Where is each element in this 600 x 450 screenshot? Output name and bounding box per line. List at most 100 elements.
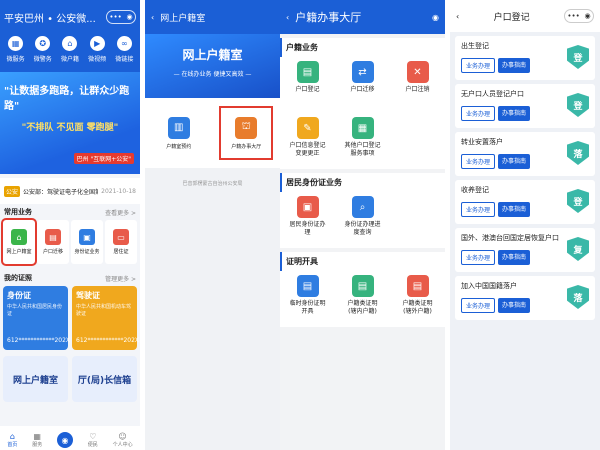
cert-cards: 身份证 中华人民共和国居民身份证 612************202X 驾驶证… bbox=[0, 286, 140, 350]
guide-button[interactable]: 办事指南 bbox=[498, 154, 531, 169]
close-icon[interactable]: ◉ bbox=[127, 13, 133, 21]
item-cert-external[interactable]: ▤ 户籍类证明 (辖外户籍) bbox=[390, 271, 445, 327]
id-icon: ▣ bbox=[296, 196, 319, 218]
tab-camera[interactable]: ◉ bbox=[56, 432, 73, 448]
director-mailbox-button[interactable]: 厅(局)长信箱 bbox=[72, 356, 137, 402]
id-icon: ▣ bbox=[79, 229, 95, 245]
guide-button[interactable]: 办事指南 bbox=[498, 202, 531, 217]
item-cert-internal[interactable]: ▤ 户籍类证明 (辖内户籍) bbox=[335, 271, 390, 327]
household-service-hall[interactable]: ⛫ 户籍办事大厅 bbox=[219, 106, 274, 160]
item-change[interactable]: ✎ 户口信息登记 变更更正 bbox=[280, 113, 335, 169]
item-cancel[interactable]: ✕ 户口注销 bbox=[390, 57, 445, 113]
item-title: 收养登记 bbox=[461, 186, 489, 194]
service-migration[interactable]: ▤ 户口迁移 bbox=[37, 220, 69, 264]
guide-button[interactable]: 办事指南 bbox=[498, 298, 531, 313]
online-household-button[interactable]: 网上户籍室 bbox=[3, 356, 68, 402]
cert-icon: ▤ bbox=[296, 275, 319, 297]
item-other[interactable]: ▦ 其他户口登记 服务事项 bbox=[335, 113, 390, 169]
view-more-link[interactable]: 查看更多 > bbox=[105, 208, 136, 217]
section-household: 户籍业务 ▤ 户口登记 ⇄ 户口迁移 ✕ 户口注销 ✎ 户口信息登记 变更更正 ▦ 其他户… bbox=[280, 38, 445, 169]
app-title: 平安巴州 • 公安微... bbox=[4, 13, 96, 25]
item-temp-id[interactable]: ▤ 临时身份证明 开具 bbox=[280, 271, 335, 327]
mini-program-capsule[interactable]: ••• ◉ bbox=[106, 10, 136, 24]
guide-button[interactable]: 办事指南 bbox=[498, 58, 531, 73]
apply-button[interactable]: 业务办理 bbox=[461, 106, 496, 121]
tab-profile[interactable]: ☺ 个人中心 bbox=[113, 432, 133, 448]
my-certs-header: 我的证照 管理更多 > bbox=[0, 270, 140, 286]
doc-icon: ▤ bbox=[45, 229, 61, 245]
page-header: ‹ 网上户籍室 bbox=[145, 0, 280, 34]
other-icon: ▦ bbox=[351, 117, 374, 139]
apply-button[interactable]: 业务办理 bbox=[461, 298, 496, 313]
page-title: 网上户籍室 bbox=[160, 13, 206, 24]
news-tag: 公安 bbox=[4, 185, 21, 197]
service-id-card[interactable]: ▣ 身份证业务 bbox=[71, 220, 103, 264]
record-icon[interactable]: ◉ bbox=[432, 13, 439, 22]
quick-icon-0[interactable]: ▦ 微服务 bbox=[4, 36, 28, 72]
apply-button[interactable]: 业务办理 bbox=[461, 58, 496, 73]
household-appointment[interactable]: ▥ 户籍室预约 bbox=[154, 108, 204, 158]
cert-icon: ▤ bbox=[406, 275, 429, 297]
quick-icon-1[interactable]: ✪ 微警务 bbox=[31, 36, 55, 72]
page-header: ‹ 户口登记 ••• ◉ bbox=[450, 0, 600, 32]
driver-license-card[interactable]: 驾驶证 中华人民共和国机动车驾驶证 612************202X bbox=[72, 286, 139, 350]
quick-icon-2[interactable]: ⌂ 微户籍 bbox=[58, 36, 82, 72]
back-icon[interactable]: ‹ bbox=[456, 12, 459, 21]
quick-icons: ▦ 微服务 ✪ 微警务 ⌂ 微户籍 ▶ 微视频 ∞ 微链接 bbox=[0, 34, 140, 72]
section-title: 户籍业务 bbox=[280, 38, 445, 57]
guide-button[interactable]: 办事指南 bbox=[498, 106, 531, 121]
house-icon: ⌂ bbox=[62, 36, 78, 51]
registration-list: 出生登记 业务办理 办事指南登无户口人员登记户口 业务办理 办事指南登转业安置落户 业务办… bbox=[450, 36, 600, 320]
service-residence[interactable]: ▭ 居住证 bbox=[105, 220, 137, 264]
item-id-apply[interactable]: ▣ 居民身份证办 理 bbox=[280, 192, 335, 248]
tab-service[interactable]: ▦ 服务 bbox=[32, 432, 42, 448]
tab-convenience[interactable]: ♡ 便民 bbox=[88, 432, 98, 448]
migrate-icon: ⇄ bbox=[351, 61, 374, 83]
item-title: 国外、港澳台回国定居恢复户口 bbox=[461, 234, 559, 242]
service-grid: ⌂ 网上户籍室 ▤ 户口迁移 ▣ 身份证业务 ▭ 居住证 bbox=[0, 218, 140, 270]
cert-icon: ▤ bbox=[351, 275, 374, 297]
item-title: 转业安置落户 bbox=[461, 138, 503, 146]
registration-item: 出生登记 业务办理 办事指南登 bbox=[455, 36, 595, 80]
footer-text: 巴音郭楞蒙古自治州公安局 bbox=[182, 181, 243, 187]
item-registration[interactable]: ▤ 户口登记 bbox=[280, 57, 335, 113]
page-title: 户籍办事大厅 bbox=[295, 11, 362, 24]
item-id-progress[interactable]: ⌕ 身份证办理进 度查询 bbox=[335, 192, 390, 248]
house-icon: ⌂ bbox=[11, 229, 27, 245]
promo-banner[interactable]: "让数据多跑路，让群众少跑路" "不排队 不见面 零跑腿" 巴州 "互联网+公安… bbox=[0, 72, 140, 174]
apply-button[interactable]: 业务办理 bbox=[461, 202, 496, 217]
video-icon: ▶ bbox=[89, 36, 105, 51]
news-text: 公安部：驾驶证电子化全国第... bbox=[23, 188, 99, 196]
back-icon[interactable]: ‹ bbox=[151, 13, 154, 22]
close-icon[interactable]: ◉ bbox=[585, 12, 591, 20]
apply-button[interactable]: 业务办理 bbox=[461, 250, 496, 265]
section-title: 证明开具 bbox=[280, 252, 445, 271]
tab-home[interactable]: ⌂ 首页 bbox=[7, 432, 17, 448]
back-icon[interactable]: ‹ bbox=[286, 13, 289, 22]
registration-item: 转业安置落户 业务办理 办事指南落 bbox=[455, 132, 595, 176]
people-icon: ♡ bbox=[89, 432, 97, 441]
service-online-household[interactable]: ⌂ 网上户籍室 bbox=[1, 218, 37, 266]
quick-icon-3[interactable]: ▶ 微视频 bbox=[85, 36, 109, 72]
user-icon: ☺ bbox=[118, 432, 127, 441]
more-icon[interactable]: ••• bbox=[109, 13, 121, 21]
registration-item: 国外、港澳台回国定居恢复户口 业务办理 办事指南复 bbox=[455, 228, 595, 272]
mini-program-capsule[interactable]: ••• ◉ bbox=[564, 9, 594, 23]
service-hall-screen: ‹ 户籍办事大厅 ◉ 户籍业务 ▤ 户口登记 ⇄ 户口迁移 ✕ 户口注销 ✎ 户口信息登… bbox=[280, 0, 445, 450]
big-buttons: 网上户籍室 厅(局)长信箱 bbox=[0, 350, 140, 408]
section-certificate: 证明开具 ▤ 临时身份证明 开具 ▤ 户籍类证明 (辖内户籍) ▤ 户籍类证明 (辖外… bbox=[280, 252, 445, 327]
online-household-screen: ‹ 网上户籍室 网上户籍室 — 在线办业务 便捷又高效 — ▥ 户籍室预约 ⛫ 户籍… bbox=[145, 0, 280, 450]
manage-more-link[interactable]: 管理更多 > bbox=[105, 274, 136, 283]
id-card[interactable]: 身份证 中华人民共和国居民身份证 612************202X bbox=[3, 286, 70, 350]
registration-screen: ‹ 户口登记 ••• ◉ 出生登记 业务办理 办事指南登无户口人员登记户口 业务办理 办事… bbox=[450, 0, 600, 450]
grid-icon: ▦ bbox=[8, 36, 24, 51]
news-ticker[interactable]: 公安 公安部：驾驶证电子化全国第... 2021-10-18 bbox=[0, 178, 140, 204]
section-title: 常用业务 bbox=[4, 208, 32, 216]
more-icon[interactable]: ••• bbox=[567, 12, 579, 20]
item-migration[interactable]: ⇄ 户口迁移 bbox=[335, 57, 390, 113]
guide-button[interactable]: 办事指南 bbox=[498, 250, 531, 265]
quick-icon-4[interactable]: ∞ 微链接 bbox=[112, 36, 136, 72]
apply-button[interactable]: 业务办理 bbox=[461, 154, 496, 169]
card-icon: ▭ bbox=[113, 229, 129, 245]
item-title: 加入中国国籍落户 bbox=[461, 282, 517, 290]
